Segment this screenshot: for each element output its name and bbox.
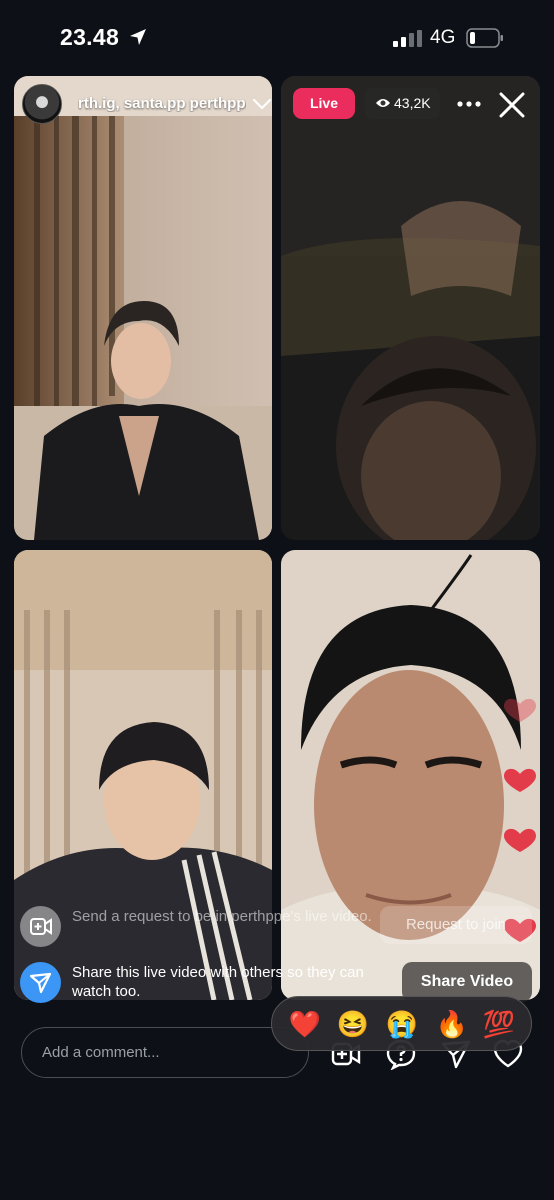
video-tile-host[interactable]: [14, 76, 272, 540]
reaction-fire[interactable]: 🔥: [435, 1007, 469, 1041]
viewer-count: 43,2K: [394, 95, 431, 111]
eye-icon: [376, 99, 390, 107]
send-icon: [20, 962, 61, 1003]
more-icon[interactable]: [455, 92, 483, 116]
battery-icon: [466, 28, 503, 48]
live-badge: Live: [293, 88, 355, 119]
reaction-hundred[interactable]: 💯: [482, 1007, 516, 1041]
comment-input[interactable]: Add a comment...: [21, 1027, 309, 1078]
reaction-heart[interactable]: ❤️: [288, 1007, 322, 1041]
request-to-join-button[interactable]: Request to join: [380, 906, 532, 944]
network-label: 4G: [430, 27, 456, 48]
reaction-cry[interactable]: 😭: [385, 1007, 419, 1041]
host-avatar[interactable]: [22, 84, 62, 124]
location-arrow-icon: [130, 29, 146, 45]
viewer-count-badge[interactable]: 43,2K: [365, 88, 440, 119]
add-video-icon: [20, 906, 61, 947]
status-bar: 23.48 4G: [0, 0, 554, 76]
signal-icon: [393, 30, 422, 47]
reaction-laugh[interactable]: 😆: [336, 1007, 370, 1041]
chevron-down-icon[interactable]: [252, 96, 272, 112]
live-video-grid: [14, 76, 540, 1000]
host-names[interactable]: rth.ig, santa.pp perthppe: [78, 95, 246, 112]
close-icon[interactable]: [497, 90, 527, 120]
video-tile-guest-1[interactable]: [281, 76, 540, 540]
request-join-text: Send a request to be in perthppe's live …: [72, 908, 372, 925]
status-time: 23.48: [60, 24, 120, 50]
reaction-picker: ❤️ 😆 😭 🔥 💯: [271, 996, 532, 1051]
